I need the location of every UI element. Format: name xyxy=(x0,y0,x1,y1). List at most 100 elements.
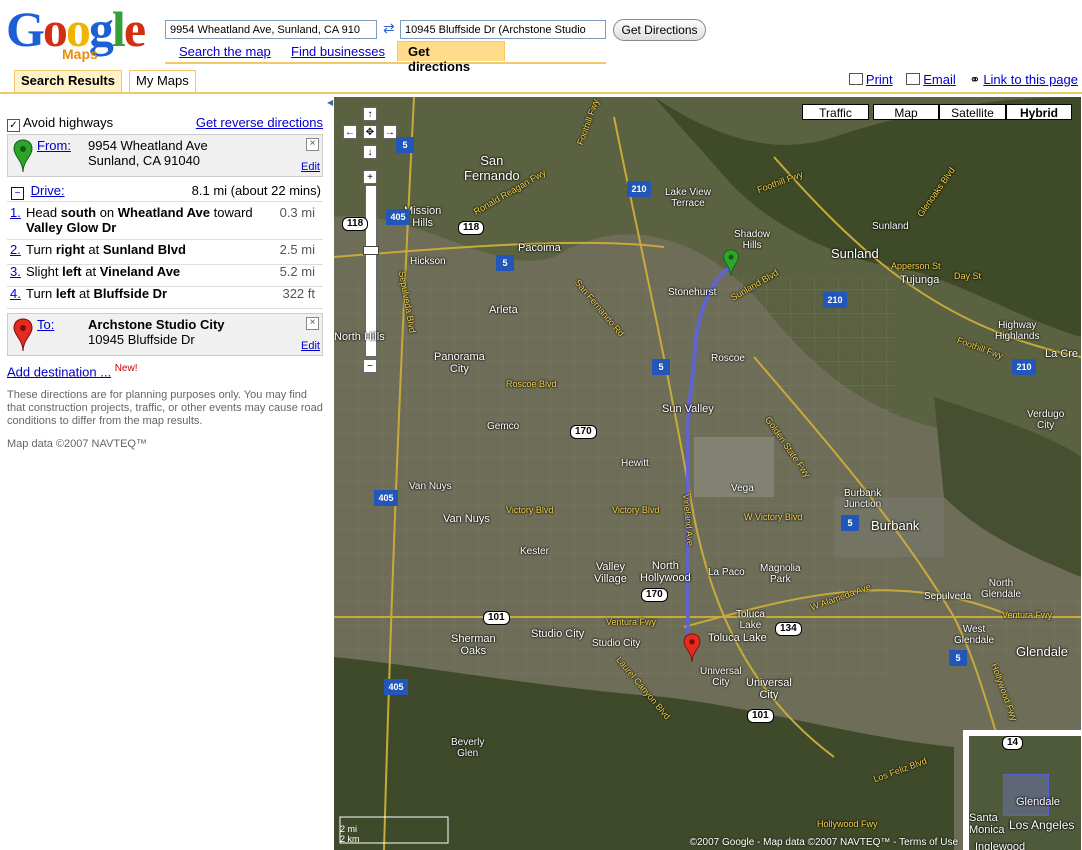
direction-step-4[interactable]: 4. Turn left at Bluffside Dr 322 ft xyxy=(7,286,323,309)
map-label: Toluca Lake xyxy=(736,609,765,631)
overview-map[interactable]: 14 Glendale Los Angeles Santa Monica Ing… xyxy=(963,730,1081,850)
map-label: Lake View Terrace xyxy=(665,187,711,209)
step-number[interactable]: 1. xyxy=(10,205,21,220)
tab-search-the-map[interactable]: Search the map xyxy=(179,44,271,59)
swap-addresses-icon[interactable]: ⇄ xyxy=(383,20,395,37)
map-label: Universal City xyxy=(700,666,742,688)
direction-step-2[interactable]: 2. Turn right at Sunland Blvd 2.5 mi xyxy=(7,242,323,265)
map-label: North Glendale xyxy=(981,578,1022,600)
page-tools: Print Email ⚭ Link to this page xyxy=(839,72,1078,88)
step-number[interactable]: 3. xyxy=(10,264,21,279)
route-118-badge: 118 xyxy=(458,221,485,235)
overview-label: Inglewood xyxy=(975,841,1026,850)
step-number[interactable]: 4. xyxy=(10,286,21,301)
map-copyright[interactable]: ©2007 Google - Map data ©2007 NAVTEQ™ - … xyxy=(690,837,958,848)
overview-label: Santa Monica xyxy=(969,812,1005,836)
map-label: La Cre xyxy=(1045,348,1079,360)
pan-up-icon[interactable]: ↑ xyxy=(363,107,377,121)
map-label: W Victory Blvd xyxy=(744,512,803,522)
zoom-out-icon[interactable]: − xyxy=(363,359,377,373)
to-label[interactable]: To: xyxy=(37,317,54,332)
print-link-label[interactable]: Print xyxy=(866,72,893,87)
zoom-slider-thumb[interactable] xyxy=(363,246,379,255)
direction-step-1[interactable]: 1. Head south on Wheatland Ave toward Va… xyxy=(7,205,323,240)
tab-search-results[interactable]: Search Results xyxy=(14,70,122,92)
map-end-pin-icon[interactable] xyxy=(683,633,701,663)
map-label: West Glendale xyxy=(954,624,995,646)
direction-step-3[interactable]: 3. Slight left at Vineland Ave 5.2 mi xyxy=(7,264,323,287)
reverse-directions-link[interactable]: Get reverse directions xyxy=(196,115,323,130)
step-distance: 5.2 mi xyxy=(279,264,315,279)
tab-find-businesses[interactable]: Find businesses xyxy=(291,44,385,59)
map-type-traffic[interactable]: Traffic xyxy=(802,104,869,120)
start-box: From: 9954 Wheatland Ave Sunland, CA 910… xyxy=(7,134,323,177)
add-destination-link[interactable]: Add destination ... xyxy=(7,364,111,379)
i5-shield: 5 xyxy=(396,137,414,153)
map-label: Toluca Lake xyxy=(708,632,767,644)
print-link[interactable]: Print xyxy=(848,72,893,87)
i210-shield: 210 xyxy=(627,181,651,197)
step-text: Head xyxy=(26,205,61,220)
map-type-satellite[interactable]: Satellite xyxy=(939,104,1006,120)
step-distance: 2.5 mi xyxy=(279,242,315,257)
tab-get-directions[interactable]: Get directions xyxy=(397,41,505,74)
drive-label[interactable]: Drive: xyxy=(31,183,65,198)
panel-tabs: Search Results My Maps Print Email ⚭ Link… xyxy=(0,70,1082,94)
map-start-pin-icon[interactable] xyxy=(722,249,740,277)
overview-viewport-box[interactable] xyxy=(1003,774,1049,816)
green-start-pin-icon xyxy=(13,139,33,173)
overview-route-14-badge: 14 xyxy=(1002,736,1024,750)
map-label: Sherman Oaks xyxy=(451,633,496,657)
email-link-label[interactable]: Email xyxy=(923,72,956,87)
map-type-map[interactable]: Map xyxy=(873,104,939,120)
email-link[interactable]: Email xyxy=(906,72,956,87)
avoid-highways-checkbox[interactable]: ✓ xyxy=(7,119,20,132)
step-distance: 0.3 mi xyxy=(279,205,315,220)
step-text: Turn xyxy=(26,242,56,257)
link-to-page[interactable]: ⚭ Link to this page xyxy=(969,72,1078,87)
to-address-input[interactable] xyxy=(400,20,606,39)
remove-destination-icon[interactable]: × xyxy=(306,317,319,330)
edit-destination-link[interactable]: Edit xyxy=(301,340,320,352)
from-address-input[interactable] xyxy=(165,20,377,39)
to-address: 10945 Bluffside Dr xyxy=(88,332,195,347)
overview-label: Los Angeles xyxy=(1009,818,1075,832)
map-canvas[interactable]: Traffic Map Satellite Hybrid ↑ ← ✥ → ↓ +… xyxy=(334,97,1081,850)
pan-left-icon[interactable]: ← xyxy=(343,125,357,139)
get-directions-button[interactable]: Get Directions xyxy=(613,19,706,41)
step-number[interactable]: 2. xyxy=(10,242,21,257)
logo-maps-text: Maps xyxy=(62,46,98,62)
pan-down-icon[interactable]: ↓ xyxy=(363,145,377,159)
i405-shield: 405 xyxy=(386,209,410,225)
pan-right-icon[interactable]: → xyxy=(383,125,397,139)
step-direction: left xyxy=(62,264,82,279)
collapse-icon[interactable]: − xyxy=(11,187,24,200)
link-to-page-label[interactable]: Link to this page xyxy=(983,72,1078,87)
tab-my-maps[interactable]: My Maps xyxy=(129,70,196,92)
map-label: San Fernando xyxy=(464,153,520,183)
step-text: at xyxy=(81,264,100,279)
step-direction: left xyxy=(55,286,76,301)
from-label[interactable]: From: xyxy=(37,138,71,153)
add-destination-row: Add destination ... New! xyxy=(7,363,323,379)
zoom-in-icon[interactable]: + xyxy=(363,170,377,184)
step-direction: south xyxy=(60,205,97,220)
pan-center-icon[interactable]: ✥ xyxy=(363,125,377,139)
i210-shield: 210 xyxy=(1012,359,1036,375)
map-label: Gemco xyxy=(487,421,520,432)
google-maps-logo[interactable]: Google Maps xyxy=(6,4,158,64)
map-label: Victory Blvd xyxy=(612,505,660,515)
map-label: Verdugo City xyxy=(1027,409,1065,431)
remove-start-icon[interactable]: × xyxy=(306,138,319,151)
drive-summary: − Drive: 8.1 mi (about 22 mins) xyxy=(7,183,323,202)
map-label: Burbank Junction xyxy=(844,488,882,510)
collapse-panel-icon[interactable]: ◀ xyxy=(327,98,333,107)
edit-start-link[interactable]: Edit xyxy=(301,161,320,173)
map-label: Highway Highlands xyxy=(995,320,1040,342)
drive-distance-time: 8.1 mi (about 22 mins) xyxy=(191,183,321,198)
map-label: Universal City xyxy=(746,677,792,701)
map-label: Apperson St xyxy=(891,261,941,271)
map-type-hybrid[interactable]: Hybrid xyxy=(1006,104,1072,120)
map-label: Sun Valley xyxy=(662,403,714,415)
map-label: Burbank xyxy=(871,518,920,533)
